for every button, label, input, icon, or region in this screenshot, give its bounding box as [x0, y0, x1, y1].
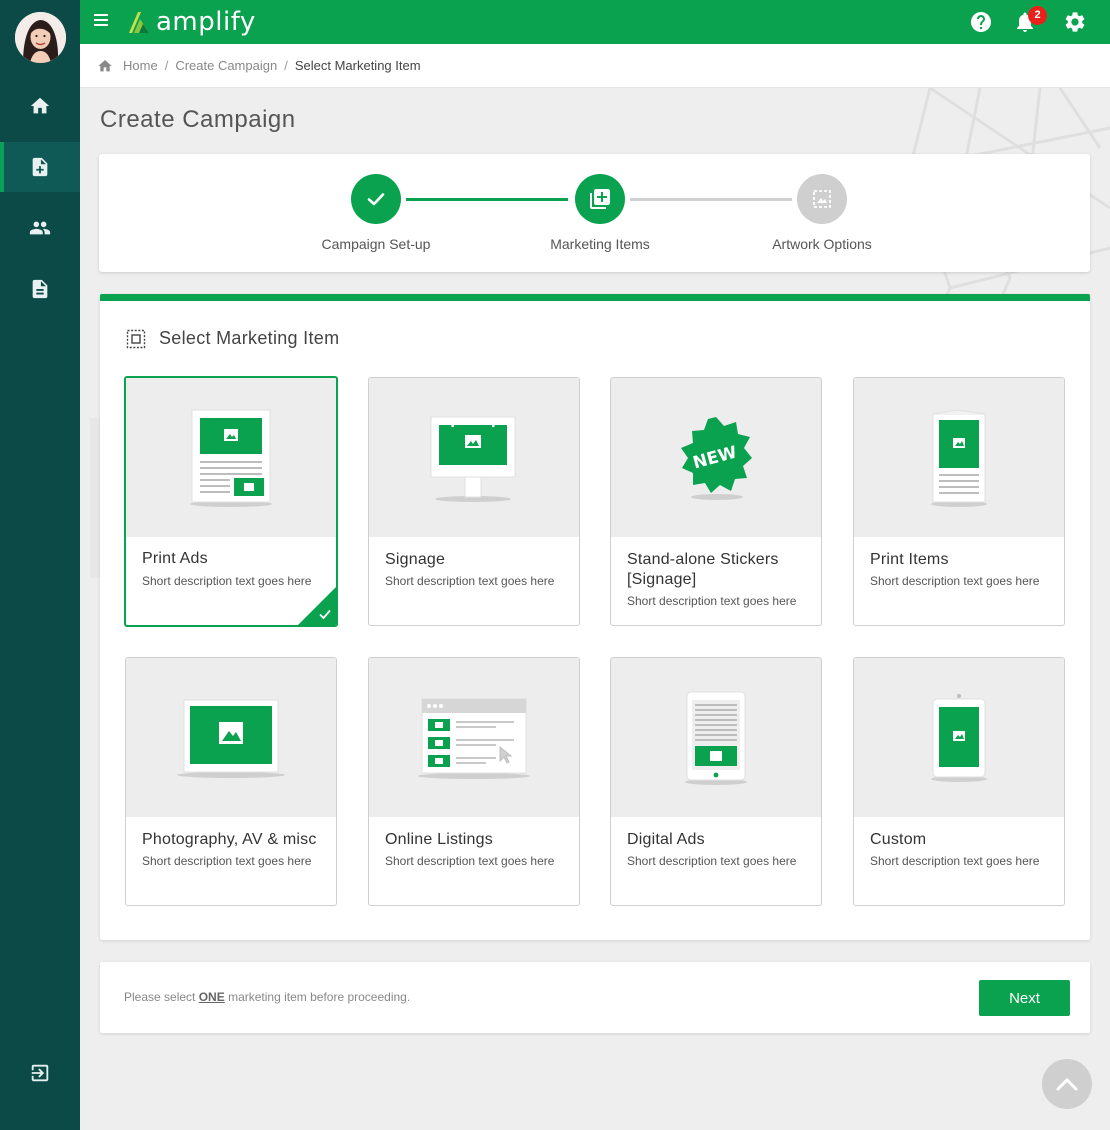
item-description: Short description text goes here — [142, 854, 312, 868]
people-icon — [29, 221, 51, 235]
step-3-label: Artwork Options — [772, 236, 872, 252]
signage-icon — [430, 416, 516, 502]
item-thumbnail — [854, 658, 1064, 817]
step-1-label: Campaign Set-up — [321, 236, 431, 252]
add-items-icon — [590, 189, 610, 209]
item-title: Print Ads — [142, 550, 208, 567]
gear-icon — [1065, 12, 1085, 32]
sidebar-item-documents[interactable] — [0, 264, 80, 314]
item-thumbnail — [126, 378, 336, 537]
custom-item-icon — [931, 693, 987, 782]
step-2-label: Marketing Items — [550, 236, 650, 252]
home-icon[interactable] — [97, 58, 113, 74]
item-title: Online Listings — [385, 831, 493, 848]
step-connector-complete — [406, 198, 568, 201]
check-icon — [367, 193, 385, 206]
item-description: Short description text goes here — [385, 574, 555, 588]
item-thumbnail — [126, 658, 336, 817]
breadcrumb-separator: / — [164, 58, 169, 73]
item-title: Photography, AV & misc — [142, 831, 317, 848]
item-title: Signage — [385, 551, 446, 568]
document-icon — [32, 279, 48, 299]
hint-text-post: marketing item before proceeding. — [224, 990, 411, 1004]
item-description: Short description text goes here — [627, 594, 797, 608]
item-card-print-items[interactable]: Print Items Short description text goes … — [853, 377, 1065, 626]
item-thumbnail — [854, 378, 1064, 537]
item-card-signage[interactable]: Signage Short description text goes here — [368, 377, 580, 626]
item-card-custom[interactable]: Custom Short description text goes here — [853, 657, 1065, 906]
next-button[interactable]: Next — [979, 980, 1070, 1016]
settings-button[interactable] — [1063, 10, 1087, 34]
item-card-print-ads[interactable]: Print Ads Short description text goes he… — [124, 376, 338, 627]
progress-stepper: Campaign Set-up Marketing Items Artwork … — [99, 154, 1090, 272]
select-frame-icon — [126, 329, 146, 348]
brochure-icon — [931, 408, 987, 507]
chevron-up-icon — [1056, 1077, 1078, 1091]
browser-listing-icon — [418, 698, 530, 779]
tablet-ad-icon — [685, 691, 747, 785]
selection-hint: Please select ONE marketing item before … — [124, 990, 410, 1004]
step-1-circle[interactable] — [351, 174, 401, 224]
item-title: Custom — [870, 831, 927, 848]
home-icon — [30, 97, 50, 114]
item-description: Short description text goes here — [142, 574, 312, 588]
breadcrumb-separator: / — [284, 58, 288, 73]
add-document-icon — [32, 157, 48, 177]
breadcrumb-current: Select Marketing Item — [294, 58, 421, 73]
item-thumbnail — [369, 658, 579, 817]
item-card-online-listings[interactable]: Online Listings Short description text g… — [368, 657, 580, 906]
logout-button[interactable] — [0, 1048, 80, 1098]
check-icon — [319, 609, 331, 620]
item-title: Stand-alone Stickers [Signage] — [627, 551, 779, 588]
sidebar-item-home[interactable] — [0, 81, 80, 131]
print-ad-icon — [190, 409, 272, 507]
item-thumbnail — [611, 658, 821, 817]
logout-icon — [31, 1064, 49, 1082]
item-title: Digital Ads — [627, 831, 705, 848]
item-card-digital-ads[interactable]: Digital Ads Short description text goes … — [610, 657, 822, 906]
new-sticker-icon: NEW — [681, 416, 752, 500]
item-card-stand-alone-stickers[interactable]: NEW Stand-alone Stickers [Signage] Short… — [610, 377, 822, 626]
app-logo[interactable]: amplify — [126, 6, 256, 38]
top-bar: amplify 2 — [80, 0, 1110, 44]
step-3-circle[interactable] — [797, 174, 847, 224]
breadcrumb-create-campaign[interactable]: Create Campaign — [175, 58, 277, 73]
hint-emphasis: ONE — [198, 990, 225, 1004]
step-2-circle[interactable] — [575, 174, 625, 224]
artwork-icon — [813, 190, 831, 208]
item-title: Print Items — [870, 551, 949, 568]
sidebar — [0, 0, 80, 1130]
section-header: Select Marketing Item — [126, 328, 339, 349]
breadcrumb: Home / Create Campaign / Select Marketin… — [80, 44, 1110, 88]
item-description: Short description text goes here — [870, 574, 1040, 588]
footer-panel: Please select ONE marketing item before … — [100, 962, 1090, 1033]
item-thumbnail — [369, 378, 579, 537]
scroll-to-top-button[interactable] — [1042, 1059, 1092, 1109]
item-thumbnail: NEW — [611, 378, 821, 537]
sidebar-item-users[interactable] — [0, 203, 80, 253]
sidebar-item-create-campaign[interactable] — [0, 142, 80, 192]
notification-badge: 2 — [1028, 6, 1047, 25]
item-description: Short description text goes here — [870, 854, 1040, 868]
help-icon — [971, 12, 991, 32]
amplify-logo-icon — [129, 12, 149, 33]
menu-icon[interactable] — [94, 14, 108, 28]
item-card-photography-av-misc[interactable]: Photography, AV & misc Short description… — [125, 657, 337, 906]
page-title: Create Campaign — [100, 106, 296, 133]
avatar[interactable] — [15, 12, 66, 63]
step-connector-pending — [630, 198, 792, 201]
section-title: Select Marketing Item — [159, 328, 340, 348]
hint-text-pre: Please select — [124, 990, 199, 1004]
app-logo-text: amplify — [156, 7, 256, 37]
help-button[interactable] — [969, 10, 993, 34]
photo-display-icon — [177, 699, 285, 778]
breadcrumb-home[interactable]: Home — [123, 58, 158, 73]
item-description: Short description text goes here — [385, 854, 555, 868]
item-description: Short description text goes here — [627, 854, 797, 868]
